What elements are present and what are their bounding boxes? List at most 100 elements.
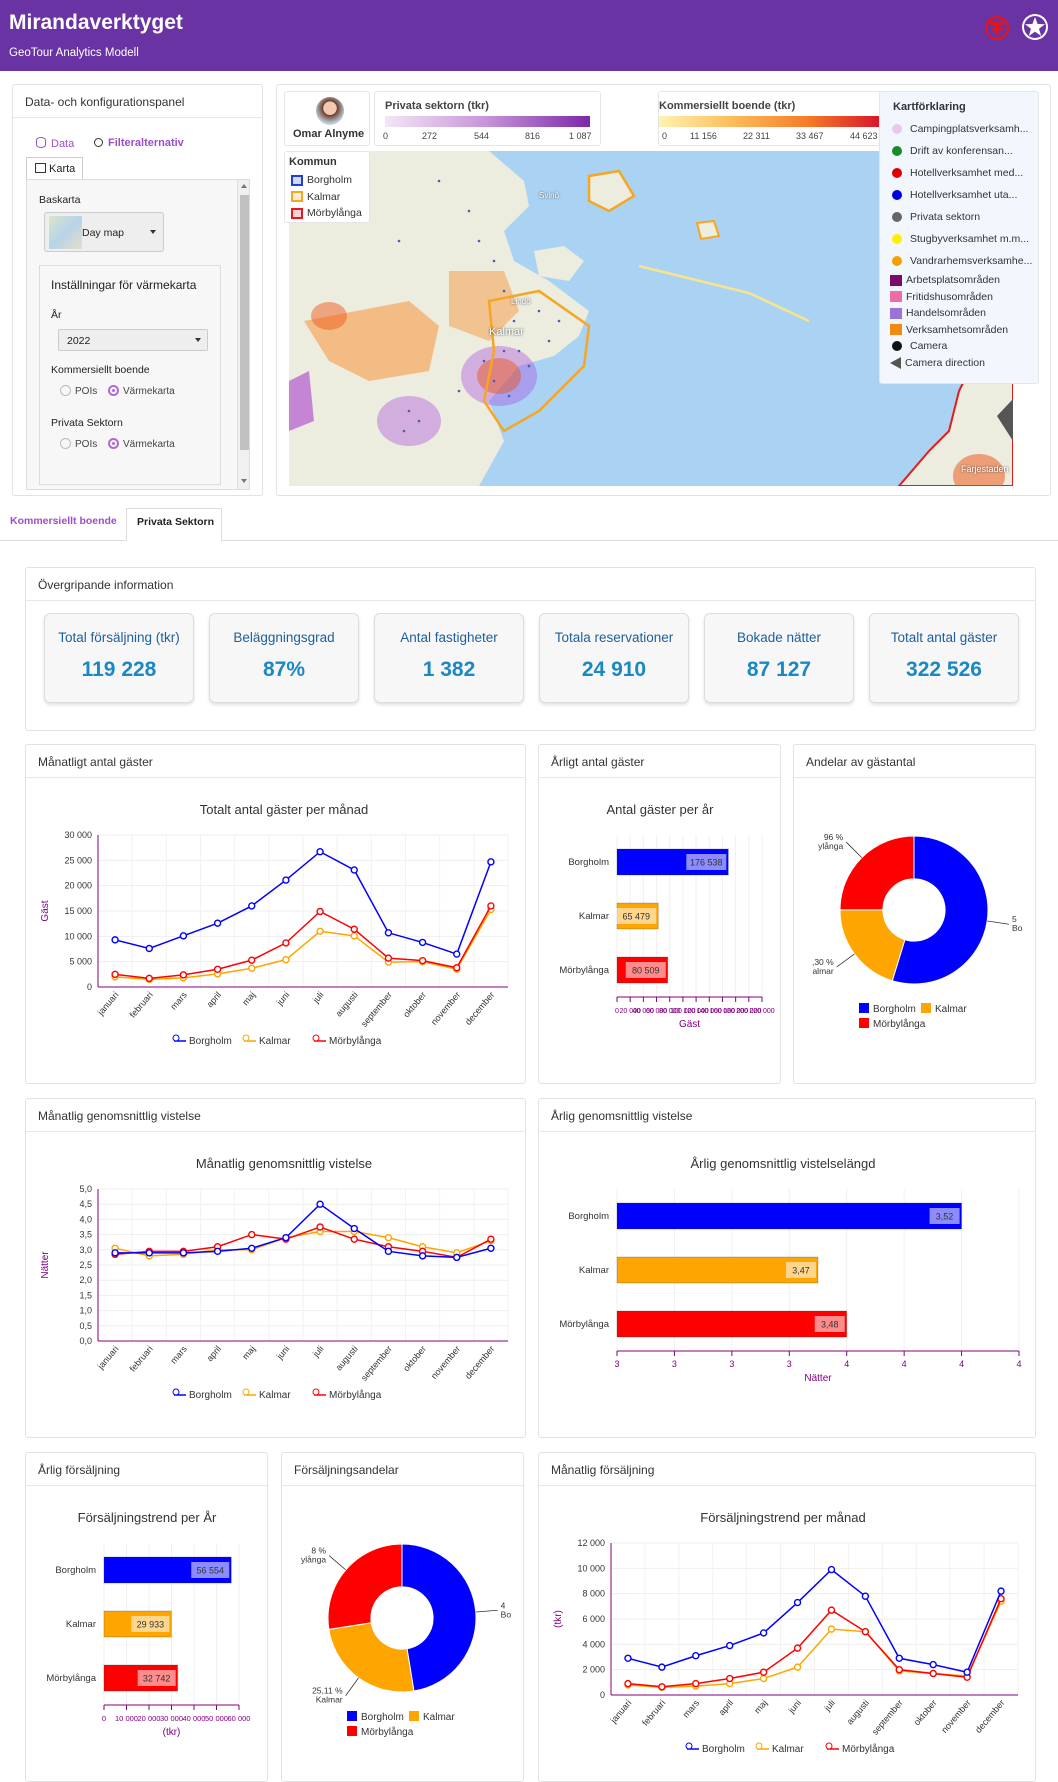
x-tick-label: december bbox=[463, 990, 496, 1027]
kpi-value: 87% bbox=[262, 658, 306, 681]
kommun-legend-item[interactable]: Mörbylånga bbox=[288, 205, 370, 222]
tab-data[interactable]: Data bbox=[36, 137, 74, 150]
legend-square-icon bbox=[890, 291, 902, 303]
x-tick-label: 4 bbox=[1016, 1359, 1021, 1369]
data-point bbox=[384, 929, 393, 937]
data-label: 32 742 bbox=[143, 1674, 171, 1684]
data-point bbox=[213, 965, 222, 973]
privata-tick: 1 087 bbox=[569, 131, 592, 141]
map-legend-item[interactable]: Arbetsplatsområden bbox=[880, 272, 1040, 289]
kommun-legend-item[interactable]: Borgholm bbox=[288, 172, 370, 189]
privata-tick: 272 bbox=[422, 131, 438, 141]
x-tick-label: februari bbox=[128, 1344, 155, 1374]
data-point bbox=[963, 1668, 971, 1676]
radio-icon bbox=[60, 385, 71, 396]
map-legend-item[interactable]: Handelsområden bbox=[880, 305, 1040, 322]
panel-scrollbar[interactable] bbox=[237, 180, 249, 489]
slice-label: almar bbox=[812, 966, 833, 976]
data-point bbox=[145, 974, 153, 983]
data-point bbox=[282, 939, 290, 947]
legend-square-icon bbox=[890, 324, 902, 336]
kommersiellt-tick: 44 623 bbox=[850, 131, 878, 141]
privata-colorbar-title: Privata sektorn (tkr) bbox=[385, 100, 489, 112]
map-legend-item[interactable]: Stugbyverksamhet m.m... bbox=[880, 228, 1040, 250]
small-island bbox=[695, 219, 721, 241]
pie-slice bbox=[839, 909, 906, 982]
x-tick-label: september bbox=[359, 1344, 394, 1383]
kpi-label: Totalt antal gäster bbox=[890, 630, 998, 645]
tab-kommersiellt-boende[interactable]: Kommersiellt boende bbox=[10, 515, 117, 527]
data-point bbox=[726, 1674, 734, 1683]
x-tick-label: juni bbox=[274, 990, 291, 1008]
x-tick-label: april bbox=[717, 1698, 736, 1717]
scroll-down-arrow-icon[interactable] bbox=[241, 479, 247, 483]
data-point bbox=[658, 1683, 666, 1691]
tab-map[interactable]: Karta bbox=[26, 157, 83, 179]
legend-label: Kalmar bbox=[935, 1004, 967, 1015]
scrollbar-thumb[interactable] bbox=[240, 195, 249, 450]
map-legend-item[interactable]: Verksamhetsområden bbox=[880, 322, 1040, 339]
x-axis-label: (tkr) bbox=[163, 1727, 181, 1738]
map-legend-items: Campingplatsverksamh... Drift av konferen… bbox=[880, 118, 1040, 371]
map-legend-item[interactable]: Drift av konferensan... bbox=[880, 140, 1040, 162]
legend-swatch-icon bbox=[921, 1003, 931, 1013]
map-legend-item[interactable]: Fritidshusområden bbox=[880, 289, 1040, 306]
kpi-card: Totala reservationer 24 910 bbox=[539, 613, 689, 703]
kpi-value: 322 526 bbox=[906, 658, 982, 681]
tab-filter[interactable]: Filteralternativ bbox=[94, 137, 184, 149]
tab-privata-sektorn[interactable]: Privata Sektorn bbox=[126, 508, 222, 542]
year-select[interactable]: 2022 bbox=[58, 329, 208, 351]
privata-colorbar bbox=[385, 116, 590, 127]
kommun-legend-items: Borgholm Kalmar Mörbylånga bbox=[288, 172, 370, 222]
chevron-down-icon bbox=[195, 338, 201, 342]
monthly-sales-card-title: Månatlig försäljning bbox=[539, 1453, 1035, 1486]
map-legend-item[interactable]: Camera bbox=[880, 338, 1040, 355]
y-tick-label: 5,0 bbox=[79, 1184, 92, 1194]
x-tick-label: september bbox=[870, 1698, 905, 1737]
data-point bbox=[384, 954, 393, 962]
kommersiellt-heatmap-radio[interactable]: Värmekarta bbox=[108, 385, 175, 397]
map-place-label: Svinö bbox=[539, 191, 560, 200]
y-tick-label: 3,0 bbox=[79, 1245, 92, 1255]
x-tick-label: 0 bbox=[102, 1714, 106, 1723]
map-legend-item[interactable]: Hotellverksamhet med... bbox=[880, 162, 1040, 184]
data-point bbox=[827, 1606, 836, 1614]
map-legend-label: Hotellverksamhet med... bbox=[910, 167, 1024, 179]
legend-dot-icon bbox=[892, 212, 902, 222]
privata-heatmap-radio[interactable]: Värmekarta bbox=[108, 438, 175, 450]
kpi-label: Total försäljning (tkr) bbox=[58, 630, 180, 645]
kommun-legend-item[interactable]: Kalmar bbox=[288, 189, 370, 206]
map-legend-item[interactable]: Vandrarhemsverksamhe... bbox=[880, 250, 1040, 272]
x-tick-label: november bbox=[939, 1698, 972, 1735]
map-legend-item[interactable]: Privata sektorn bbox=[880, 206, 1040, 228]
map-legend-item[interactable]: Campingplatsverksamh... bbox=[880, 118, 1040, 140]
year-value: 2022 bbox=[67, 335, 91, 347]
y-tick-label: 15 000 bbox=[64, 906, 92, 916]
legend-swatch-icon bbox=[347, 1726, 357, 1736]
legend-dot-icon bbox=[892, 146, 902, 156]
app-header: Mirandaverktyget GeoTour Analytics Model… bbox=[0, 0, 1058, 71]
user-name: Omar Alnyme bbox=[293, 128, 365, 140]
guest-share-chart: 5Bo,30 %almar96 %ylångaBorgholm KalmarMör… bbox=[812, 832, 1023, 1030]
brand-logo-icon[interactable] bbox=[983, 14, 1011, 42]
slice-label: ylånga bbox=[818, 841, 843, 851]
data-label: 176 538 bbox=[690, 858, 723, 868]
bar bbox=[616, 1202, 963, 1230]
y-tick-label: 0 bbox=[87, 982, 92, 992]
privata-colorbar-card: Privata sektorn (tkr) 0 272 544 816 1 08… bbox=[374, 91, 601, 146]
scroll-up-arrow-icon[interactable] bbox=[241, 184, 247, 188]
avatar bbox=[316, 97, 344, 125]
data-point bbox=[418, 938, 427, 947]
y-tick-label: Borgholm bbox=[568, 857, 609, 868]
heat-spot bbox=[377, 396, 441, 446]
kommersiellt-pois-radio[interactable]: POIs bbox=[60, 385, 97, 397]
data-point bbox=[145, 1249, 153, 1257]
map-legend-item[interactable]: Camera direction bbox=[880, 355, 1040, 372]
user-card[interactable]: Omar Alnyme bbox=[284, 91, 370, 146]
favorite-star-icon[interactable] bbox=[1020, 12, 1050, 42]
data-point bbox=[248, 902, 256, 910]
basemap-select[interactable]: Day map bbox=[44, 212, 164, 252]
privata-pois-radio[interactable]: POIs bbox=[60, 438, 97, 450]
x-tick-label: juli bbox=[822, 1698, 837, 1714]
map-legend-item[interactable]: Hotellverksamhet uta... bbox=[880, 184, 1040, 206]
